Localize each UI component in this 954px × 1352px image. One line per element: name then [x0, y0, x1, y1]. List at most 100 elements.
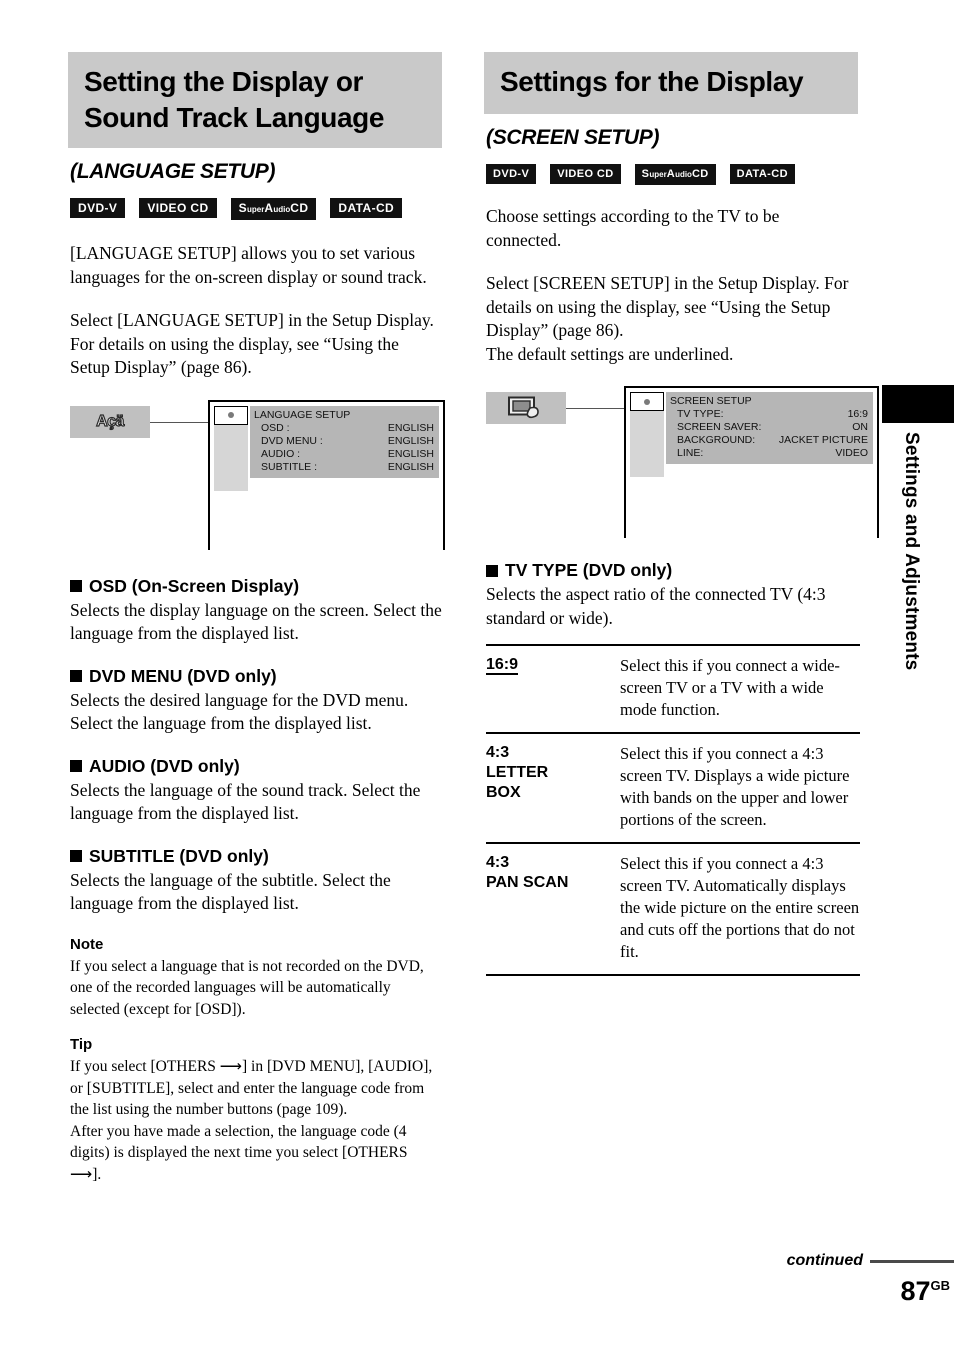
left-column: Setting the Display or Sound Track Langu… [68, 52, 445, 1201]
panel-row-key: LINE: [677, 447, 704, 459]
panel-row-key: OSD : [261, 421, 290, 434]
language-setup-illustration: Açä LANGUAGE SETUP OSD : ENGLISH DVD MEN… [70, 399, 445, 550]
badge-super-audio-cd: SuperAudioCD [230, 198, 317, 220]
bullet-square-icon [70, 850, 82, 862]
panel-row-value: ON [852, 421, 868, 433]
body-osd: Selects the display language on the scre… [70, 599, 442, 644]
panel-row-key: DVD MENU : [261, 434, 323, 447]
left-section-subtitle: (LANGUAGE SETUP) [70, 160, 276, 183]
heading-tv-type: TV TYPE (DVD only) [486, 560, 858, 581]
note-heading: Note [70, 935, 104, 953]
left-disc-badges: DVD-V VIDEO CD SuperAudioCD DATA-CD [70, 198, 442, 220]
continued-label: continued [786, 1252, 863, 1269]
heading-audio: AUDIO (DVD only) [70, 756, 442, 777]
panel-row-audio: AUDIO : ENGLISH [254, 448, 434, 461]
option-desc-4-3-pan-scan: Select this if you connect a 4:3 screen … [620, 854, 860, 961]
option-desc-4-3-letter-box: Select this if you connect a 4:3 screen … [620, 744, 850, 829]
badge-data-cd: DATA-CD [729, 164, 795, 184]
menu-side-strip [214, 424, 248, 491]
page-number-suffix: GB [930, 1278, 951, 1293]
badge-video-cd: VIDEO CD [550, 164, 621, 184]
heading-dvd-menu: DVD MENU (DVD only) [70, 666, 442, 687]
right-column: Settings for the Display (SCREEN SETUP) … [484, 52, 879, 976]
right-intro-paragraph-2: Select [SCREEN SETUP] in the Setup Displ… [486, 273, 849, 340]
table-row: 16:9 Select this if you connect a wide-s… [486, 645, 860, 733]
badge-data-cd: DATA-CD [330, 198, 403, 218]
badge-super-audio-cd: SuperAudioCD [634, 164, 716, 185]
option-key-line: 4:3 [486, 744, 510, 761]
panel-row-key: BACKGROUND: [677, 434, 756, 446]
bullet-square-icon [70, 670, 82, 682]
edge-tab-label: Settings and Adjustments [901, 432, 922, 671]
panel-row-value: JACKET PICTURE [778, 434, 868, 446]
panel-row-value: ENGLISH [387, 421, 434, 434]
panel-title: LANGUAGE SETUP [254, 408, 351, 421]
tv-screen-icon [486, 392, 566, 424]
heading-text: SUBTITLE (DVD only) [89, 845, 269, 866]
panel-row-osd: OSD : ENGLISH [254, 422, 434, 435]
body-tv-type: Selects the aspect ratio of the connecte… [486, 584, 826, 628]
option-key-line: 16:9 [486, 656, 519, 675]
option-key-line: 4:3 [486, 854, 510, 871]
document-page: Setting the Display or Sound Track Langu… [0, 0, 954, 1352]
language-setup-panel: LANGUAGE SETUP OSD : ENGLISH DVD MENU : … [250, 405, 439, 478]
option-key-4-3-letter-box: 4:3 LETTER BOX [486, 733, 620, 843]
panel-row-key: SUBTITLE : [261, 460, 318, 473]
option-key-line: PAN SCAN [486, 874, 569, 891]
leader-line [150, 421, 208, 423]
note-body: If you select a language that is not rec… [70, 957, 424, 1018]
option-key-line: BOX [486, 784, 521, 801]
right-section-title: Settings for the Display [484, 52, 858, 114]
panel-row-key: SCREEN SAVER: [677, 421, 762, 433]
cursor-dot-icon [228, 412, 234, 418]
left-section-title: Setting the Display or Sound Track Langu… [68, 52, 442, 148]
heading-subtitle: SUBTITLE (DVD only) [70, 846, 442, 867]
edge-tab-marker [882, 385, 954, 423]
continued-row: continued [0, 1252, 954, 1270]
option-key-16-9: 16:9 [486, 645, 620, 733]
page-number-value: 87 [900, 1276, 931, 1306]
table-row: 4:3 LETTER BOX Select this if you connec… [486, 733, 860, 843]
setup-display-screen: LANGUAGE SETUP OSD : ENGLISH DVD MENU : … [208, 399, 445, 550]
tip-heading: Tip [70, 1036, 93, 1053]
panel-row-value: ENGLISH [387, 460, 434, 473]
panel-row-value: VIDEO [835, 447, 868, 459]
heading-osd: OSD (On-Screen Display) [70, 576, 442, 597]
tv-monitor-icon [508, 396, 539, 419]
option-desc-16-9: Select this if you connect a wide-screen… [620, 656, 840, 719]
tip-body-2: After you have made a selection, the lan… [70, 1122, 408, 1183]
tv-type-options-table: 16:9 Select this if you connect a wide-s… [486, 644, 860, 976]
left-intro-paragraph-1: [LANGUAGE SETUP] allows you to set vario… [70, 243, 427, 287]
panel-row-value: ENGLISH [387, 434, 434, 447]
panel-row-background: BACKGROUND: JACKET PICTURE [670, 434, 868, 447]
panel-row-value: ENGLISH [387, 447, 434, 460]
bullet-square-icon [486, 564, 498, 577]
body-audio: Selects the language of the sound track.… [70, 779, 421, 824]
leader-line [566, 408, 624, 409]
heading-text: AUDIO (DVD only) [89, 755, 240, 776]
setup-display-screen: SCREEN SETUP TV TYPE: 16:9 SCREEN SAVER:… [624, 386, 879, 538]
language-icon: Açä [70, 405, 150, 438]
option-key-line: LETTER [486, 764, 549, 781]
bullet-square-icon [70, 580, 82, 592]
option-key-4-3-pan-scan: 4:3 PAN SCAN [486, 843, 620, 975]
panel-row-key: AUDIO : [261, 447, 301, 460]
body-dvd-menu: Selects the desired language for the DVD… [70, 689, 409, 734]
page-number: 87GB [0, 1276, 954, 1307]
menu-side-strip [630, 411, 664, 477]
cursor-cell [214, 405, 248, 425]
panel-row-screen-saver: SCREEN SAVER: ON [670, 421, 868, 434]
continued-rule [870, 1259, 954, 1263]
right-intro-paragraph-3: The default settings are underlined. [486, 343, 734, 364]
right-intro-paragraph-1: Choose settings according to the TV to b… [486, 206, 780, 250]
cursor-dot-icon [644, 398, 650, 405]
panel-row-key: TV TYPE: [677, 408, 724, 420]
heading-text: DVD MENU (DVD only) [89, 665, 277, 686]
panel-row-dvd-menu: DVD MENU : ENGLISH [254, 435, 434, 448]
screen-setup-illustration: SCREEN SETUP TV TYPE: 16:9 SCREEN SAVER:… [486, 386, 879, 538]
badge-video-cd: VIDEO CD [139, 198, 217, 218]
heading-text: OSD (On-Screen Display) [89, 575, 300, 596]
left-intro-paragraph-2: Select [LANGUAGE SETUP] in the Setup Dis… [70, 310, 434, 377]
table-row: 4:3 PAN SCAN Select this if you connect … [486, 843, 860, 975]
body-subtitle: Selects the language of the subtitle. Se… [70, 869, 391, 914]
